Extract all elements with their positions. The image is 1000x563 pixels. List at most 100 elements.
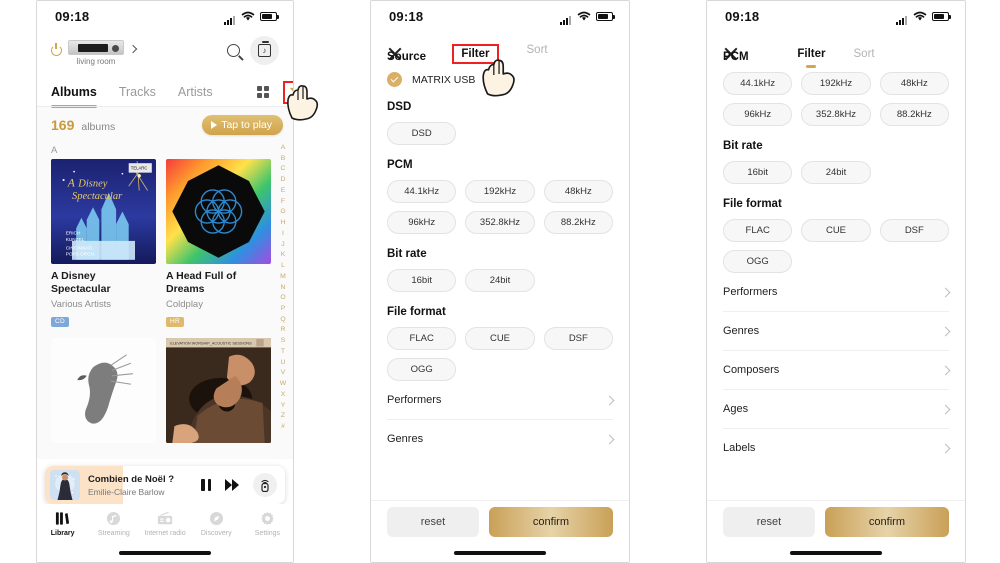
confirm-button[interactable]: confirm [824, 507, 949, 537]
link-genres[interactable]: Genres [723, 312, 951, 351]
chip-fileformat[interactable]: CUE [801, 219, 871, 242]
status-bar: 09:18 [707, 1, 965, 31]
chip-fileformat[interactable]: CUE [465, 327, 535, 350]
chips-fileformat: FLAC CUE DSF OGG [723, 219, 949, 273]
chip-pcm[interactable]: 352.8kHz [801, 103, 871, 126]
nav-label: Internet radio [144, 530, 186, 537]
status-bar: 09:18 [37, 1, 293, 31]
chip-fileformat[interactable]: OGG [387, 358, 457, 381]
confirm-button[interactable]: confirm [488, 507, 613, 537]
tap-to-play-button[interactable]: Tap to play [202, 115, 283, 135]
link-label: Genres [387, 433, 424, 445]
link-labels[interactable]: Labels [723, 429, 951, 467]
radio-icon [157, 510, 173, 527]
chip-fileformat[interactable]: DSF [879, 219, 949, 242]
device-image [68, 40, 124, 55]
nav-item-settings[interactable]: Settings [242, 510, 293, 537]
alpha-letter: T [280, 347, 286, 355]
tab-albums[interactable]: Albums [51, 85, 97, 108]
nav-item-discovery[interactable]: Discovery [191, 510, 242, 537]
chip-pcm[interactable]: 48kHz [543, 180, 613, 203]
chips-bitrate: 16bit 24bit [387, 269, 613, 292]
alpha-letter: R [280, 326, 286, 334]
album-cover-acoustic-sessions[interactable]: ELEVATION WORSHIP_ACOUSTIC SESSIONS [166, 338, 271, 444]
battery-icon [260, 11, 279, 21]
device-info[interactable]: living room [51, 40, 138, 66]
source-item-matrix-usb[interactable]: MATRIX USB [387, 72, 613, 87]
chevron-right-icon [940, 404, 951, 414]
chip-pcm[interactable]: 192kHz [801, 72, 871, 95]
chip-fileformat[interactable]: FLAC [387, 327, 457, 350]
filter-funnel-icon[interactable] [282, 80, 293, 104]
device-selector-row[interactable]: living room ♪ [37, 31, 293, 71]
chip-dsd[interactable]: DSD [387, 122, 457, 145]
tab-artists[interactable]: Artists [178, 85, 213, 99]
link-genres[interactable]: Genres [387, 420, 615, 458]
album-card[interactable] [51, 338, 156, 444]
chip-pcm[interactable]: 192kHz [465, 180, 535, 203]
chevron-right-icon[interactable] [128, 44, 138, 54]
chip-fileformat[interactable]: OGG [723, 250, 793, 273]
nav-item-streaming[interactable]: Streaming [88, 510, 139, 537]
chevron-right-icon [604, 434, 615, 444]
library-icon [55, 510, 70, 527]
link-composers[interactable]: Composers [723, 351, 951, 390]
alpha-letter: F [280, 197, 286, 205]
play-queue-icon[interactable]: ♪ [250, 35, 279, 65]
chip-pcm[interactable]: 48kHz [879, 72, 949, 95]
chip-pcm[interactable]: 88.2kHz [879, 103, 949, 126]
grid-view-icon[interactable] [256, 86, 269, 98]
power-icon[interactable] [51, 43, 62, 56]
link-performers[interactable]: Performers [387, 381, 615, 420]
chip-pcm[interactable]: 44.1kHz [387, 180, 457, 203]
device-name-label: living room [76, 57, 116, 66]
album-cover-disney[interactable]: A Disney Spectacular TELARC ERICH KUNZEL… [51, 159, 156, 264]
chip-pcm[interactable]: 96kHz [723, 103, 793, 126]
album-card[interactable]: A Disney Spectacular TELARC ERICH KUNZEL… [51, 159, 156, 328]
section-title-bitrate: Bit rate [723, 140, 763, 152]
check-icon[interactable] [387, 72, 402, 87]
chips-fileformat: FLAC CUE DSF OGG [387, 327, 613, 381]
chip-bitrate[interactable]: 24bit [465, 269, 535, 292]
link-label: Performers [723, 286, 778, 298]
chevron-right-icon [940, 326, 951, 336]
link-label: Labels [723, 442, 756, 454]
chip-pcm[interactable]: 44.1kHz [723, 72, 793, 95]
nav-item-library[interactable]: Library [37, 510, 88, 537]
chip-fileformat[interactable]: FLAC [723, 219, 793, 242]
chip-bitrate[interactable]: 24bit [801, 161, 871, 184]
alpha-letter: Y [280, 401, 286, 409]
filter-body[interactable]: PCM 44.1kHz 192kHz 48kHz 96kHz 352.8kHz … [707, 51, 965, 500]
status-time: 09:18 [389, 8, 424, 24]
next-track-icon[interactable] [225, 479, 239, 491]
chip-bitrate[interactable]: 16bit [387, 269, 457, 292]
mini-player[interactable]: Combien de Noël ? Emilie-Claire Barlow [45, 466, 285, 504]
link-ages[interactable]: Ages [723, 390, 951, 429]
album-cover-coldplay[interactable] [166, 159, 271, 264]
cast-remote-icon[interactable] [253, 473, 277, 497]
alphabet-index[interactable]: ABC DEF GHI JKL MNO PQR STU VWX Y Z # [276, 143, 290, 433]
tab-tracks[interactable]: Tracks [119, 85, 156, 99]
chip-pcm[interactable]: 352.8kHz [465, 211, 535, 234]
album-cover-rush-of-blood[interactable] [51, 338, 156, 444]
chip-fileformat[interactable]: DSF [543, 327, 613, 350]
reset-button[interactable]: reset [387, 507, 479, 537]
album-card[interactable]: ELEVATION WORSHIP_ACOUSTIC SESSIONS [166, 338, 271, 444]
link-performers[interactable]: Performers [723, 273, 951, 312]
filter-body[interactable]: Source MATRIX USB DSD DSD PCM 44.1kHz 19… [371, 39, 629, 500]
search-icon[interactable] [227, 43, 240, 57]
reset-button[interactable]: reset [723, 507, 815, 537]
album-count-bar: 169 albums Tap to play [37, 107, 293, 141]
pause-icon[interactable] [201, 479, 211, 491]
alpha-letter: G [280, 208, 286, 216]
screenshot-stage: 09:18 living room ♪ Albums Tracks Artist… [0, 0, 1000, 563]
chip-pcm[interactable]: 96kHz [387, 211, 457, 234]
svg-text:Spectacular: Spectacular [72, 191, 123, 202]
album-grid-area[interactable]: A A Disney Spectacular TELARC ERICH KUNZ… [37, 141, 293, 459]
nav-item-internet-radio[interactable]: Internet radio [139, 510, 190, 537]
play-triangle-icon [211, 121, 218, 129]
chip-bitrate[interactable]: 16bit [723, 161, 793, 184]
album-card[interactable]: A Head Full of Dreams Coldplay HR [166, 159, 271, 328]
alpha-letter: W [279, 380, 287, 388]
chip-pcm[interactable]: 88.2kHz [543, 211, 613, 234]
